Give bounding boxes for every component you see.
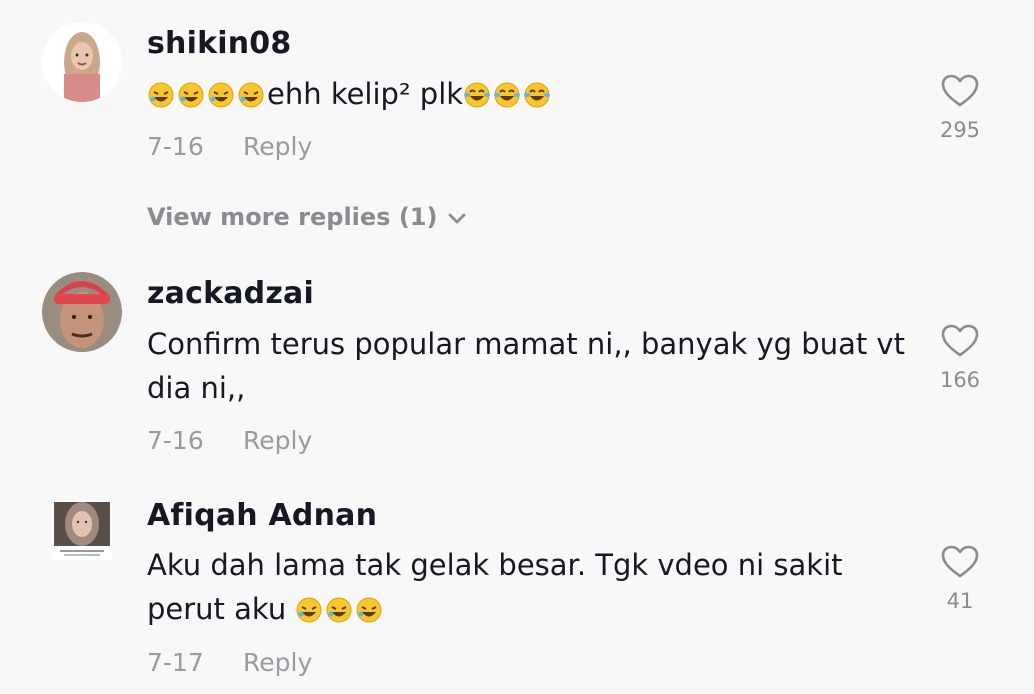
- comment-meta: 7-16 Reply: [147, 132, 312, 161]
- view-more-replies-button[interactable]: View more replies (1): [147, 203, 467, 231]
- comment-text: ehh kelip² plk: [147, 72, 907, 116]
- avatar[interactable]: [42, 272, 122, 352]
- comment-username[interactable]: shikin08: [147, 26, 291, 61]
- comment-username[interactable]: zackadzai: [147, 276, 314, 311]
- comment-username[interactable]: Afiqah Adnan: [147, 498, 377, 533]
- comment-meta: 7-16 Reply: [147, 426, 312, 455]
- comment-date: 7-16: [147, 132, 204, 161]
- view-more-replies-label: View more replies (1): [147, 203, 438, 231]
- like-count: 295: [939, 118, 981, 142]
- reply-button[interactable]: Reply: [243, 132, 312, 161]
- emoji-tears-of-joy-icon: [493, 77, 523, 111]
- comment-text-body: ehh kelip² plk: [267, 77, 464, 111]
- avatar[interactable]: [42, 22, 122, 102]
- like-count: 41: [946, 589, 974, 613]
- reply-button[interactable]: Reply: [243, 426, 312, 455]
- heart-outline-icon[interactable]: [930, 545, 990, 579]
- comment-text: Aku dah lama tak gelak besar. Tgk vdeo n…: [147, 543, 907, 631]
- emoji-rolling-laughing-icon: [207, 77, 237, 111]
- like-button[interactable]: 295: [930, 74, 990, 142]
- comment-date: 7-16: [147, 426, 204, 455]
- emoji-rolling-laughing-icon: [177, 77, 207, 111]
- emoji-rolling-laughing-icon: [147, 77, 177, 111]
- chevron-down-icon: [437, 203, 467, 231]
- heart-outline-icon[interactable]: [930, 74, 990, 108]
- emoji-tears-of-joy-icon: [463, 77, 493, 111]
- comment-text: Confirm terus popular mamat ni,, banyak …: [147, 327, 905, 405]
- emoji-rolling-laughing-icon: [295, 592, 325, 626]
- reply-button[interactable]: Reply: [243, 648, 312, 677]
- comment-date: 7-17: [147, 648, 204, 677]
- emoji-rolling-laughing-icon: [325, 592, 355, 626]
- like-button[interactable]: 166: [930, 324, 990, 392]
- comment-meta: 7-17 Reply: [147, 648, 312, 677]
- emoji-rolling-laughing-icon: [237, 77, 267, 111]
- comments-panel: shikin08 ehh kelip² plk 7-16 Reply 295 Vi…: [0, 0, 1034, 694]
- emoji-tears-of-joy-icon: [523, 77, 553, 111]
- emoji-rolling-laughing-icon: [355, 592, 385, 626]
- avatar[interactable]: [52, 500, 112, 560]
- comment-text-body: Aku dah lama tak gelak besar. Tgk vdeo n…: [147, 548, 843, 626]
- like-count: 166: [939, 368, 981, 392]
- heart-outline-icon[interactable]: [930, 324, 990, 358]
- like-button[interactable]: 41: [930, 545, 990, 613]
